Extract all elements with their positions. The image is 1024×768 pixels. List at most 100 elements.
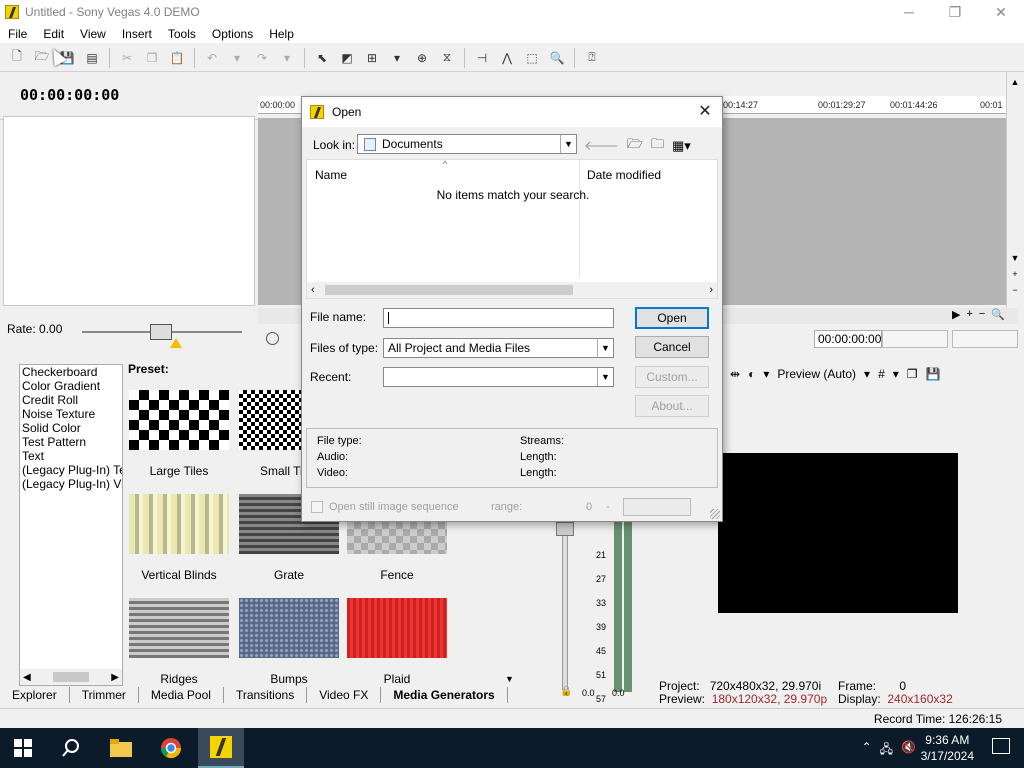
grid-dropdown-icon[interactable]: ▾ [893,367,899,381]
recent-dropdown[interactable]: ▼ [383,367,614,387]
list-item[interactable]: Text [20,449,122,463]
about-button[interactable]: About... [635,395,709,417]
menu-edit[interactable]: Edit [35,27,72,41]
cut-icon[interactable]: ✂ [116,47,138,69]
paste-icon[interactable]: 📋 [166,47,188,69]
zoom-icon[interactable]: 🔍 [991,308,1005,321]
show-hidden-icons-icon[interactable]: ⌃ [862,740,872,761]
scroll-thumb[interactable] [53,672,89,682]
zoom-tool-icon[interactable]: 🔍 [546,47,568,69]
list-item[interactable]: Test Pattern [20,435,122,449]
split-screen-icon[interactable]: ⇹ [730,367,740,381]
preset-bumps[interactable]: Bumps [235,592,343,696]
start-button[interactable] [0,728,46,768]
redo-icon[interactable]: ↷ [251,47,273,69]
dialog-close-icon[interactable]: ✕ [694,101,716,121]
chevron-down-icon[interactable]: ▼ [597,339,613,357]
quality-dropdown-icon[interactable]: ▾ [864,367,870,381]
volume-muted-icon[interactable]: 🔇 [901,740,916,761]
scroll-right-icon[interactable]: › [709,284,713,296]
zoom-in-icon[interactable]: + [1007,266,1023,282]
menu-insert[interactable]: Insert [114,27,160,41]
scroll-down-icon[interactable]: ▼ [505,674,514,684]
tab-video-fx[interactable]: Video FX [307,687,382,703]
record-button[interactable] [266,332,279,345]
new-folder-icon[interactable]: 🗀 [651,135,664,157]
tool-dropdown-icon[interactable]: ▾ [386,47,408,69]
file-explorer-button[interactable] [98,728,144,768]
close-button[interactable]: ✕ [978,0,1024,24]
tab-explorer[interactable]: Explorer [0,687,70,703]
envelope-tool-icon[interactable]: ◩ [336,47,358,69]
normal-edit-tool-icon[interactable]: ⬉ [311,47,333,69]
file-list-scrollbar[interactable]: ‹ › [307,282,717,298]
menu-view[interactable]: View [72,27,114,41]
ignore-grouping-icon[interactable]: ⬚ [521,47,543,69]
zoom-out-icon[interactable]: − [1007,282,1023,298]
resize-grip-icon[interactable] [710,509,720,519]
list-item[interactable]: (Legacy Plug-In) Vide [20,477,122,491]
undo-dropdown-icon[interactable]: ▾ [226,47,248,69]
column-divider[interactable] [579,160,580,278]
scroll-right-icon[interactable]: ▶ [952,308,960,321]
list-item[interactable]: Noise Texture [20,407,122,421]
snap-icon[interactable]: ⊕ [411,47,433,69]
preview-quality-dropdown[interactable]: Preview (Auto) [777,367,856,381]
preset-ridges[interactable]: Ridges [125,592,233,696]
zoom-in-icon[interactable]: + [966,308,972,321]
zoom-out-icon[interactable]: − [979,308,985,321]
list-item[interactable]: (Legacy Plug-In) Tex [20,463,122,477]
look-in-dropdown[interactable]: Documents ▼ [357,134,577,154]
generator-list-scrollbar[interactable]: ◀ ▶ [20,669,122,685]
chrome-button[interactable] [148,728,194,768]
back-arrow-icon[interactable]: 🡐 [584,138,619,154]
files-of-type-dropdown[interactable]: All Project and Media Files ▼ [383,338,614,358]
file-name-input[interactable] [383,308,614,328]
open-button[interactable]: Open [635,307,709,329]
overlay-dropdown-icon[interactable]: ▾ [763,367,769,381]
scroll-thumb[interactable] [325,285,573,295]
tab-media-generators[interactable]: Media Generators [381,687,508,703]
lock-envelopes-icon[interactable]: ⋀ [496,47,518,69]
scroll-left-icon[interactable]: ‹ [311,284,315,296]
list-item[interactable]: Credit Roll [20,393,122,407]
scroll-right-icon[interactable]: ▶ [111,672,119,683]
lock-icon[interactable]: 🔒 [560,686,572,697]
tab-media-pool[interactable]: Media Pool [139,687,224,703]
redo-dropdown-icon[interactable]: ▾ [276,47,298,69]
volume-fader[interactable] [562,520,568,690]
chevron-down-icon[interactable]: ▼ [560,135,576,153]
menu-options[interactable]: Options [204,27,261,41]
cancel-button[interactable]: Cancel [635,336,709,358]
generator-list[interactable]: Checkerboard Color Gradient Credit Roll … [19,364,123,686]
auto-crossfade-icon[interactable]: ⧖ [436,47,458,69]
fader-thumb[interactable] [556,522,574,536]
menu-tools[interactable]: Tools [160,27,204,41]
new-file-icon[interactable]: 🗋 [6,47,28,69]
grid-icon[interactable]: # [878,367,885,381]
tab-transitions[interactable]: Transitions [224,687,308,703]
timeline-vertical-scrollbar[interactable]: ▲ ▼ + − [1006,72,1024,308]
restore-button[interactable]: ❐ [932,0,978,24]
up-folder-icon[interactable]: 🗁 [627,135,643,157]
vegas-taskbar-button[interactable] [198,728,244,768]
scroll-down-icon[interactable]: ▼ [1007,250,1023,266]
preset-plaid[interactable]: Plaid [343,592,451,696]
range-end-input[interactable] [623,498,691,516]
preset-large-tiles[interactable]: Large Tiles [125,384,233,488]
column-header-date-modified[interactable]: Date modified [587,168,661,182]
search-button[interactable] [48,728,94,768]
minimize-button[interactable]: ─ [886,0,932,24]
ripple-edit-icon[interactable]: ⊣ [471,47,493,69]
custom-button[interactable]: Custom... [635,366,709,388]
list-item[interactable]: Solid Color [20,421,122,435]
copy-snapshot-icon[interactable]: ❐ [907,367,918,381]
copy-icon[interactable]: ❐ [141,47,163,69]
menu-file[interactable]: File [0,27,35,41]
list-item[interactable]: Color Gradient [20,379,122,393]
column-header-name[interactable]: Name [315,168,347,182]
save-snapshot-icon[interactable]: 💾 [926,367,941,381]
still-sequence-checkbox[interactable] [311,501,323,513]
menu-help[interactable]: Help [261,27,302,41]
clock[interactable]: 9:36 AM 3/17/2024 [921,732,974,764]
